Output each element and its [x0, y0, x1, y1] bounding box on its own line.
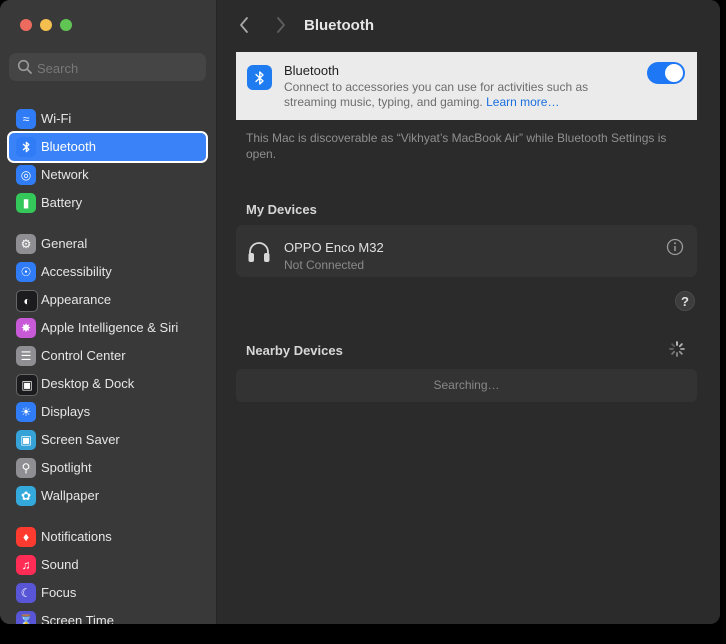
sidebar-item-bluetooth[interactable]: Bluetooth [7, 131, 208, 163]
bluetooth-title: Bluetooth [284, 63, 339, 78]
settings-window: ≈ Wi-Fi Bluetooth ◎ Network ▮ Battery ⚙ General ☉… [0, 0, 720, 624]
close-window-button[interactable] [20, 19, 32, 31]
sidebar-item-label: Apple Intelligence & Siri [41, 320, 179, 335]
sidebar-item-label: Sound [41, 557, 79, 572]
toggle-knob [665, 64, 683, 82]
sidebar-item-label: Battery [41, 195, 83, 210]
appearance-icon: ◐ [16, 290, 38, 312]
hourglass-icon: ⌛ [16, 611, 36, 624]
siri-icon: ✸ [16, 318, 36, 338]
window-controls [20, 19, 72, 31]
sidebar-item-label: Wallpaper [41, 488, 100, 503]
bluetooth-icon [16, 137, 36, 157]
accessibility-icon: ☉ [16, 262, 36, 282]
sidebar-item-label: Bluetooth [41, 139, 96, 154]
moon-icon: ☾ [16, 583, 36, 603]
sun-icon: ☀ [16, 402, 36, 422]
sidebar-item-desktop-dock[interactable]: ▣ Desktop & Dock [9, 370, 206, 398]
sidebar-item-label: Network [41, 167, 89, 182]
sidebar-item-focus[interactable]: ☾ Focus [9, 579, 206, 607]
search-input[interactable] [35, 56, 199, 80]
minimize-window-button[interactable] [40, 19, 52, 31]
sidebar-item-apple-intelligence[interactable]: ✸ Apple Intelligence & Siri [9, 314, 206, 342]
sidebar-item-label: General [41, 236, 88, 251]
sidebar-item-network[interactable]: ◎ Network [9, 161, 206, 189]
chevron-left-icon[interactable] [236, 15, 254, 35]
main-pane: Bluetooth Bluetooth Connect to accessori… [217, 0, 720, 624]
sidebar-item-notifications[interactable]: ♦ Notifications [9, 523, 206, 551]
control-center-icon: ☰ [16, 346, 36, 366]
sidebar-item-wifi[interactable]: ≈ Wi-Fi [9, 105, 206, 133]
nearby-searching-status: Searching… [236, 369, 697, 402]
dock-icon: ▣ [16, 374, 38, 396]
my-devices-heading: My Devices [246, 202, 317, 217]
sidebar-item-appearance[interactable]: ◐ Appearance [9, 286, 206, 314]
sidebar-item-spotlight[interactable]: ⚲ Spotlight [9, 454, 206, 482]
bell-icon: ♦ [16, 527, 36, 547]
zoom-window-button[interactable] [60, 19, 72, 31]
sidebar-item-label: Wi-Fi [41, 111, 72, 126]
device-name: OPPO Enco M32 [284, 240, 384, 255]
learn-more-link[interactable]: Learn more… [486, 95, 559, 109]
sidebar-item-label: Desktop & Dock [41, 376, 135, 391]
headphones-icon [248, 242, 270, 262]
sidebar-item-label: Focus [41, 585, 77, 600]
wallpaper-icon: ✿ [16, 486, 36, 506]
speaker-icon: ♫ [16, 555, 36, 575]
search-icon [17, 59, 32, 74]
bluetooth-description: Connect to accessories you can use for a… [284, 80, 634, 110]
globe-icon: ◎ [16, 165, 36, 185]
sidebar-item-label: Screen Time [41, 613, 114, 624]
sidebar-item-control-center[interactable]: ☰ Control Center [9, 342, 206, 370]
sidebar-item-general[interactable]: ⚙ General [9, 230, 206, 258]
help-button[interactable]: ? [675, 291, 695, 311]
sidebar: ≈ Wi-Fi Bluetooth ◎ Network ▮ Battery ⚙ General ☉… [0, 0, 217, 624]
page-title: Bluetooth [304, 17, 374, 34]
battery-icon: ▮ [16, 193, 36, 213]
bluetooth-icon [247, 65, 272, 90]
sidebar-item-battery[interactable]: ▮ Battery [9, 189, 206, 217]
sidebar-item-displays[interactable]: ☀ Displays [9, 398, 206, 426]
screen-saver-icon: ▣ [16, 430, 36, 450]
bluetooth-toggle[interactable] [647, 62, 685, 84]
magnifier-icon: ⚲ [16, 458, 36, 478]
sidebar-item-screen-saver[interactable]: ▣ Screen Saver [9, 426, 206, 454]
sidebar-item-sound[interactable]: ♫ Sound [9, 551, 206, 579]
sidebar-item-label: Appearance [41, 292, 112, 307]
sidebar-item-wallpaper[interactable]: ✿ Wallpaper [9, 482, 206, 510]
discoverable-note: This Mac is discoverable as “Vikhyat’s M… [246, 131, 667, 161]
sidebar-item-accessibility[interactable]: ☉ Accessibility [9, 258, 206, 286]
sidebar-search[interactable] [9, 53, 206, 81]
sidebar-item-label: Accessibility [41, 264, 112, 279]
sidebar-item-label: Screen Saver [41, 432, 120, 447]
sidebar-item-screen-time[interactable]: ⌛ Screen Time [9, 607, 206, 624]
info-icon[interactable] [666, 238, 684, 256]
gear-icon: ⚙ [16, 234, 36, 254]
bluetooth-card: Bluetooth Connect to accessories you can… [236, 52, 697, 120]
nearby-devices-heading: Nearby Devices [246, 343, 343, 358]
sidebar-item-label: Displays [41, 404, 91, 419]
wifi-icon: ≈ [16, 109, 36, 129]
sidebar-item-label: Notifications [41, 529, 112, 544]
sidebar-item-label: Spotlight [41, 460, 92, 475]
spinner-icon [669, 341, 685, 357]
sidebar-item-label: Control Center [41, 348, 126, 363]
device-status: Not Connected [284, 258, 365, 272]
chevron-right-icon[interactable] [272, 15, 290, 35]
